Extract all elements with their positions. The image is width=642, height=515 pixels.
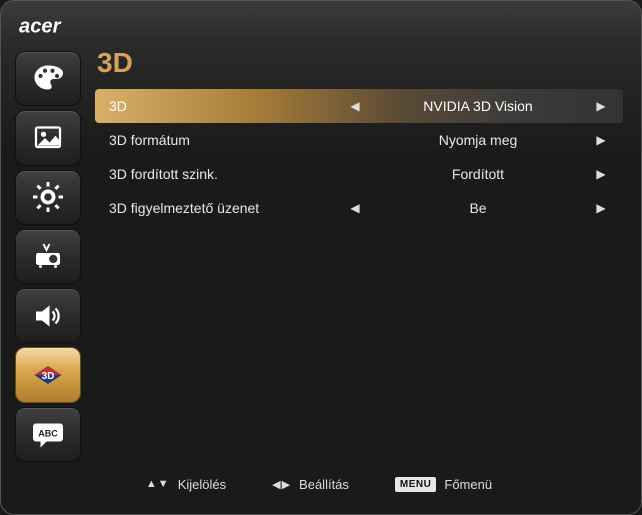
speaker-icon — [30, 298, 66, 334]
sidebar: 3D ABC — [15, 51, 81, 462]
brand-logo: acer — [19, 15, 623, 43]
chevron-right-icon[interactable]: ▶ — [593, 201, 609, 215]
language-icon: ABC — [30, 416, 66, 452]
leftright-icon: ◀▶ — [272, 478, 291, 491]
sidebar-item-settings[interactable] — [15, 170, 81, 225]
row-3d-sync-invert[interactable]: 3D fordított szink. Fordított ▶ — [95, 157, 623, 191]
palette-icon — [30, 61, 66, 97]
sidebar-item-audio[interactable] — [15, 288, 81, 343]
projector-icon — [30, 238, 66, 274]
sidebar-item-management[interactable] — [15, 229, 81, 284]
chevron-left-icon[interactable]: ◀ — [347, 201, 363, 215]
hint-select: ▲▼ Kijelölés — [146, 477, 226, 492]
hint-select-label: Kijelölés — [178, 477, 226, 492]
sidebar-item-image[interactable] — [15, 110, 81, 165]
menu-badge: MENU — [395, 477, 436, 492]
sidebar-item-color[interactable] — [15, 51, 81, 106]
row-value: NVIDIA 3D Vision — [371, 98, 585, 114]
row-3d-warning[interactable]: 3D figyelmeztető üzenet ◀ Be ▶ — [95, 191, 623, 225]
row-label: 3D figyelmeztető üzenet — [109, 200, 339, 216]
svg-text:acer: acer — [19, 15, 62, 37]
row-value: Be — [371, 200, 585, 216]
image-icon — [30, 120, 66, 156]
chevron-right-icon[interactable]: ▶ — [593, 133, 609, 147]
sidebar-item-language[interactable]: ABC — [15, 407, 81, 462]
row-value: Nyomja meg — [371, 132, 585, 148]
osd-root: acer — [0, 0, 642, 515]
sidebar-item-3d[interactable]: 3D — [15, 347, 81, 402]
svg-text:ABC: ABC — [38, 429, 58, 439]
row-label: 3D — [109, 98, 339, 114]
settings-list: 3D ◀ NVIDIA 3D Vision ▶ 3D formátum Nyom… — [95, 89, 623, 225]
chevron-right-icon[interactable]: ▶ — [593, 167, 609, 181]
updown-icon: ▲▼ — [146, 478, 170, 490]
chevron-left-icon[interactable]: ◀ — [347, 99, 363, 113]
hint-menu-label: Főmenü — [444, 477, 492, 492]
gear-icon — [30, 179, 66, 215]
svg-text:3D: 3D — [42, 371, 54, 382]
page-title: 3D — [97, 47, 623, 79]
row-3d[interactable]: 3D ◀ NVIDIA 3D Vision ▶ — [95, 89, 623, 123]
hint-menu: MENU Főmenü — [395, 477, 492, 492]
hint-adjust-label: Beállítás — [299, 477, 349, 492]
footer-hints: ▲▼ Kijelölés ◀▶ Beállítás MENU Főmenü — [15, 468, 623, 500]
main-panel: 3D 3D ◀ NVIDIA 3D Vision ▶ 3D formátum N… — [95, 51, 623, 462]
row-value: Fordított — [371, 166, 585, 182]
row-label: 3D formátum — [109, 132, 339, 148]
chevron-right-icon[interactable]: ▶ — [593, 99, 609, 113]
row-label: 3D fordított szink. — [109, 166, 339, 182]
3d-icon: 3D — [30, 357, 66, 393]
hint-adjust: ◀▶ Beállítás — [272, 477, 349, 492]
row-3d-format[interactable]: 3D formátum Nyomja meg ▶ — [95, 123, 623, 157]
